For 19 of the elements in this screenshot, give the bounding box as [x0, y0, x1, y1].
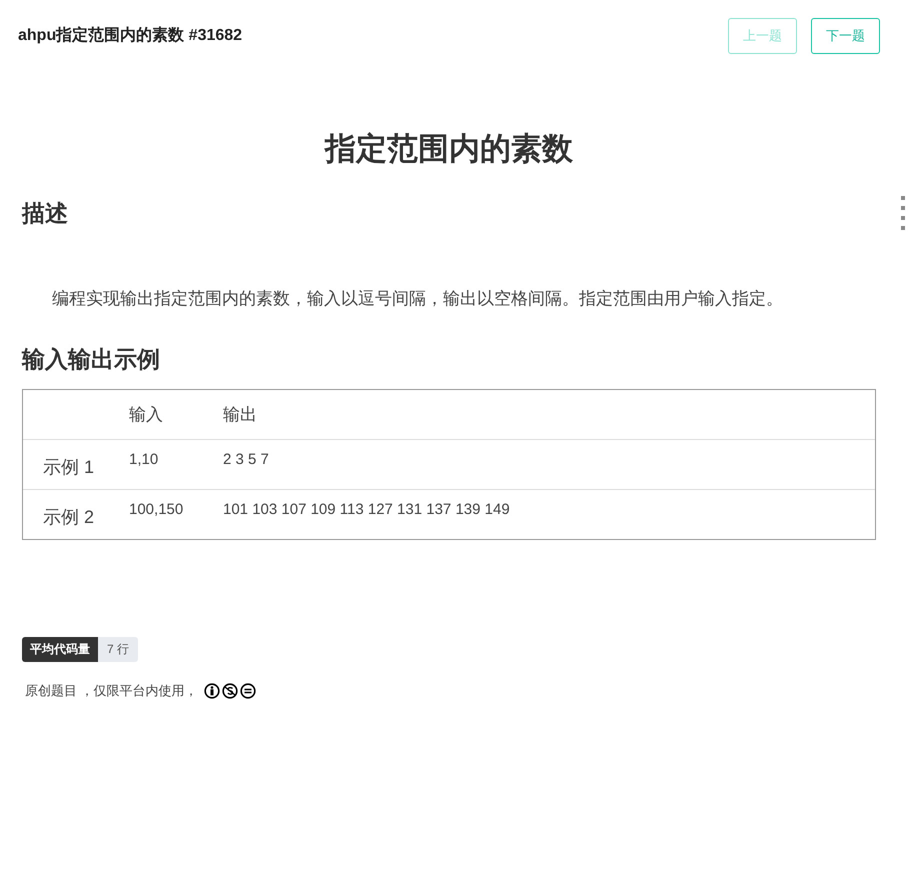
- stat-value: 7 行: [98, 637, 138, 662]
- next-button[interactable]: 下一题: [811, 18, 880, 54]
- problem-title: 指定范围内的素数: [323, 130, 574, 168]
- section-heading: 描述: [22, 199, 68, 228]
- input-cell: 100,150: [129, 501, 184, 518]
- license-icons-drawing: [204, 683, 256, 699]
- row-label: 示例 1: [42, 456, 94, 478]
- output-cell: 101 103 107 109 113 127 131 137 139 149: [223, 501, 510, 518]
- section-heading: 输入输出示例: [22, 345, 160, 374]
- row-label: 示例 2: [42, 506, 94, 528]
- output-cell: 2 3 5 7: [223, 451, 269, 468]
- license-text: 原创题目 ，仅限平台内使用，: [25, 682, 198, 700]
- input-cell: 1,10: [129, 451, 158, 468]
- page-title: ahpu指定范围内的素数 #31682: [18, 25, 242, 46]
- more-icon[interactable]: [901, 196, 906, 232]
- stat-label: 平均代码量: [22, 637, 98, 662]
- column-header: 输出: [223, 404, 257, 426]
- description-text: 编程实现输出指定范围内的素数，输入以逗号间隔，输出以空格间隔。指定范围由用户输入指定。: [52, 288, 784, 310]
- column-header: 输入: [129, 404, 163, 426]
